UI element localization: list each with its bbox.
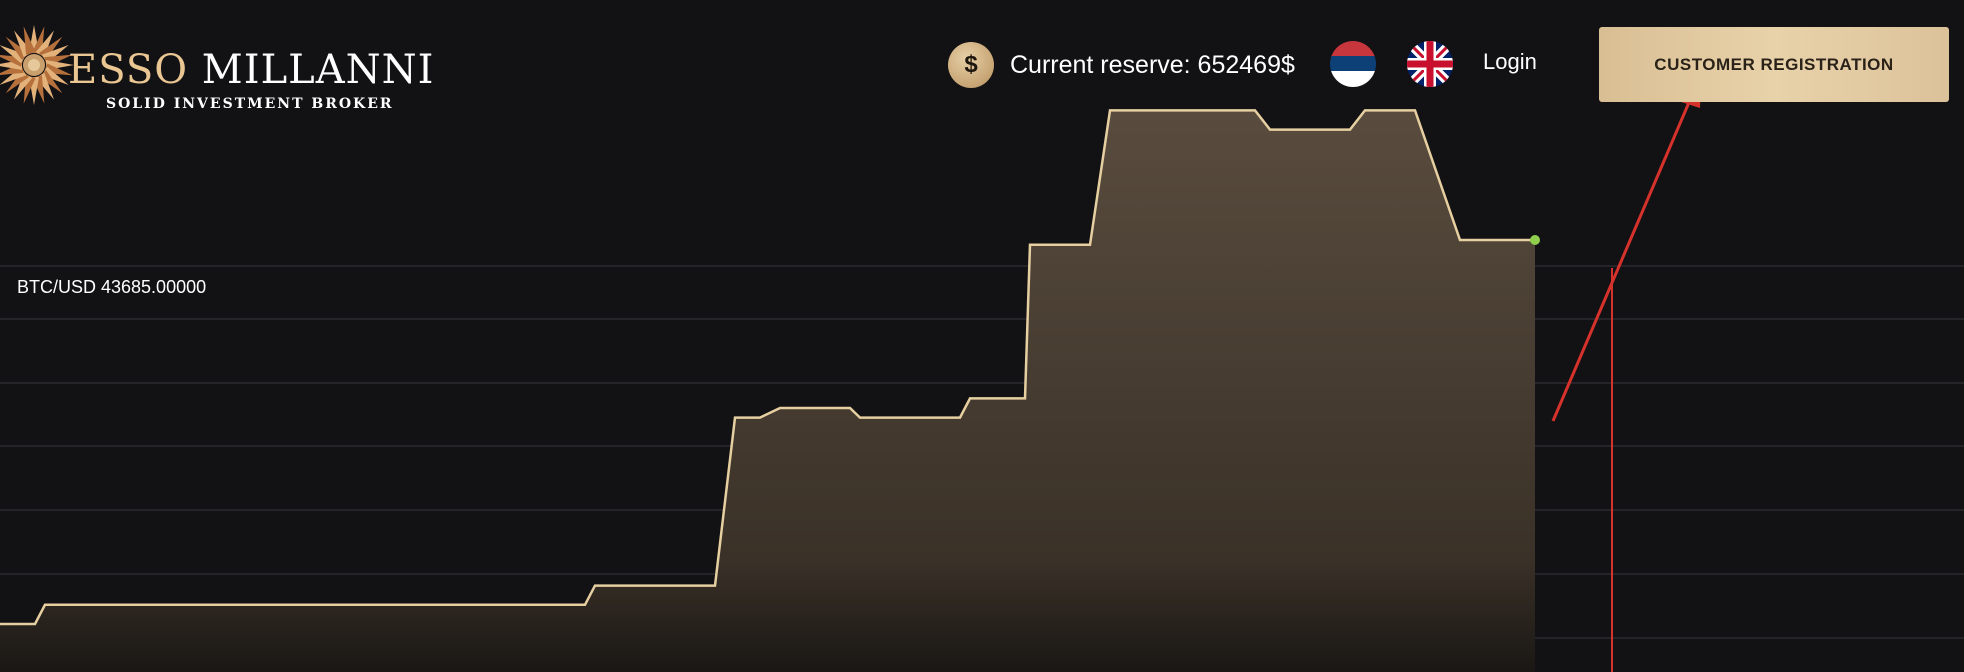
customer-registration-button[interactable]: CUSTOMER REGISTRATION [1599, 27, 1949, 102]
app-root: BTC/USD 43685.00000 ESSO MILLANNI SOLID … [0, 0, 1964, 672]
price-area [0, 110, 1535, 672]
dollar-coin-icon: $ [948, 42, 994, 88]
brand-name-part1: ESSO [68, 47, 189, 93]
brand-name-part2: MILLANNI [188, 47, 435, 93]
red-arrow-line [1551, 92, 1695, 422]
brand-name: ESSO MILLANNI [68, 50, 434, 90]
uk-flag-icon[interactable] [1407, 41, 1453, 87]
current-reserve: $ Current reserve: 652469$ [948, 41, 1295, 89]
chart-series [0, 109, 1540, 672]
brand-tagline: SOLID INVESTMENT BROKER [106, 96, 394, 112]
header: ESSO MILLANNI SOLID INVESTMENT BROKER $ … [0, 0, 1964, 130]
serbia-flag-icon[interactable] [1330, 41, 1376, 87]
current-price-point [1530, 235, 1540, 245]
login-link[interactable]: Login [1483, 49, 1537, 75]
reserve-text: Current reserve: 652469$ [1010, 50, 1295, 79]
annotation-layer [1551, 76, 1701, 672]
brand-logo[interactable]: ESSO MILLANNI SOLID INVESTMENT BROKER [0, 22, 472, 112]
chart-title: BTC/USD 43685.00000 [17, 277, 207, 297]
